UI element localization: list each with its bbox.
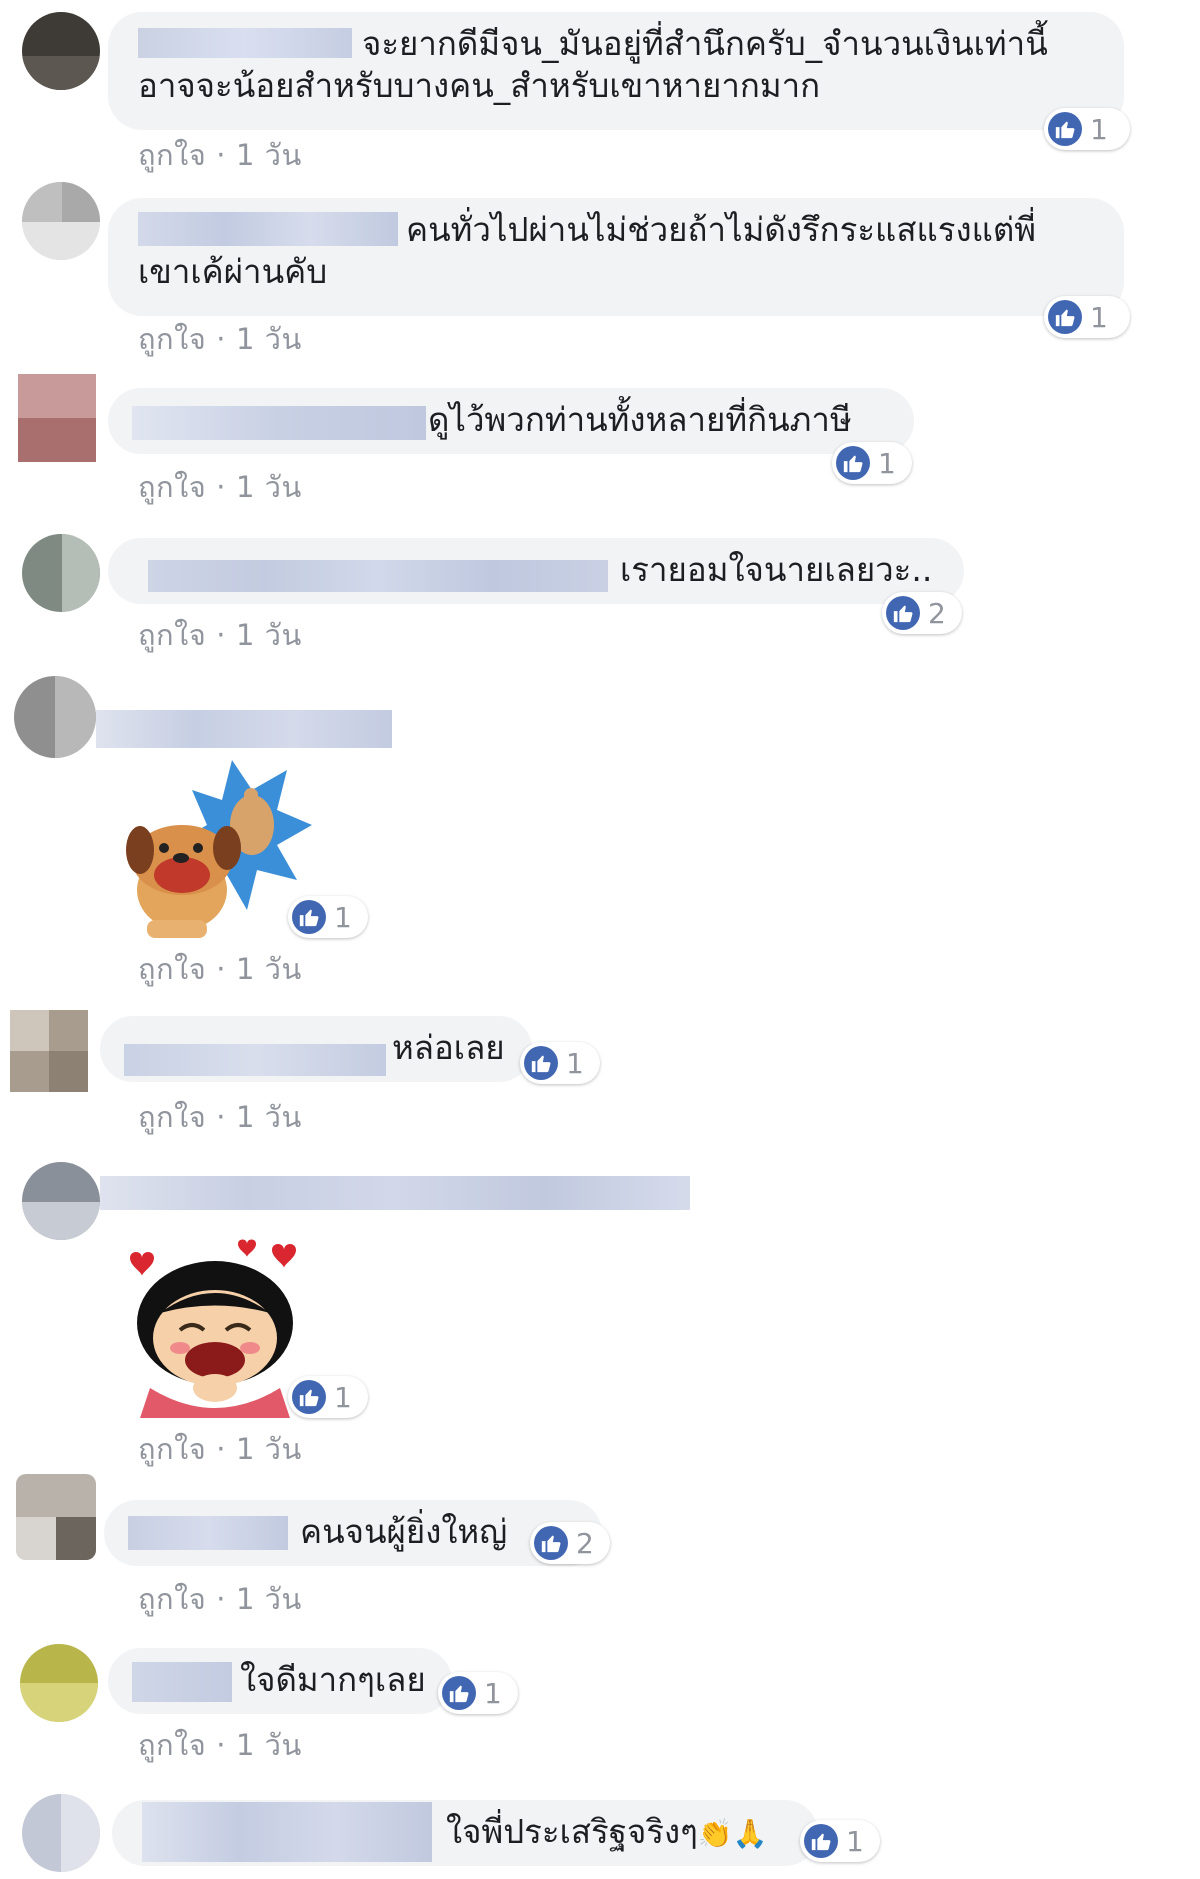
timestamp[interactable]: 1 วัน	[236, 612, 302, 658]
avatar[interactable]	[22, 1794, 100, 1872]
avatar[interactable]	[18, 374, 96, 462]
reaction-summary[interactable]: 1	[800, 1820, 880, 1862]
comment-bubble: คนทั่วไปผ่านไม่ช่วยถ้าไม่ดังรึกระแสแรงแต…	[108, 198, 1124, 316]
like-icon	[1048, 300, 1082, 334]
like-link[interactable]: ถูกใจ	[138, 316, 206, 362]
like-link[interactable]: ถูกใจ	[138, 1426, 206, 1472]
comment-text-line-1: จะยากดีมีจน_มันอยู่ที่สำนึกครับ_จำนวนเงิ…	[362, 24, 1048, 63]
comment-text: ดูไว้พวกท่านทั้งหลายที่กินภาษี	[428, 400, 852, 439]
comment-text-line-2: อาจจะน้อยสำหรับบางคน_สำหรับเขาหายากมาก	[138, 66, 821, 105]
reaction-summary[interactable]: 2	[530, 1522, 610, 1564]
blurred-author-name[interactable]	[96, 710, 392, 748]
reaction-count: 1	[484, 1676, 502, 1710]
comment-bubble: ใจดีมากๆเลย	[108, 1648, 452, 1714]
separator-dot: ·	[216, 1728, 226, 1762]
like-link[interactable]: ถูกใจ	[138, 1576, 206, 1622]
timestamp[interactable]: 1 วัน	[236, 946, 302, 992]
separator-dot: ·	[216, 1582, 226, 1616]
like-link[interactable]: ถูกใจ	[138, 1094, 206, 1140]
reaction-count: 1	[566, 1046, 584, 1080]
emoji-clap-pray: 👏🙏	[697, 1817, 768, 1850]
blurred-author-name[interactable]	[142, 1802, 432, 1862]
timestamp[interactable]: 1 วัน	[236, 1426, 302, 1472]
like-icon	[292, 900, 326, 934]
like-icon	[524, 1046, 558, 1080]
reaction-summary[interactable]: 1	[1044, 108, 1130, 150]
comment-text-line-2: เขาเค้ผ่านคับ	[138, 252, 328, 291]
separator-dot: ·	[216, 322, 226, 356]
blurred-author-name[interactable]	[100, 1176, 690, 1210]
timestamp[interactable]: 1 วัน	[236, 1722, 302, 1768]
like-icon	[836, 446, 870, 480]
comment-text: ใจพี่ประเสริฐจริงๆ👏🙏	[446, 1812, 768, 1854]
avatar[interactable]	[16, 1474, 96, 1560]
blurred-author-name[interactable]	[138, 212, 398, 246]
reaction-count: 1	[846, 1824, 864, 1858]
avatar[interactable]	[22, 1162, 100, 1240]
comment-text-body: ใจพี่ประเสริฐจริงๆ	[446, 1812, 698, 1851]
like-icon	[886, 596, 920, 630]
like-link[interactable]: ถูกใจ	[138, 132, 206, 178]
blurred-author-name[interactable]	[148, 560, 608, 592]
comment-text-line-1: คนทั่วไปผ่านไม่ช่วยถ้าไม่ดังรึกระแสแรงแต…	[406, 210, 1037, 249]
avatar[interactable]	[20, 1644, 98, 1722]
reaction-count: 1	[1090, 300, 1108, 334]
avatar[interactable]	[22, 534, 100, 612]
avatar[interactable]	[22, 12, 100, 90]
reaction-summary[interactable]: 1	[832, 442, 912, 484]
timestamp[interactable]: 1 วัน	[236, 132, 302, 178]
blurred-author-name[interactable]	[132, 1662, 232, 1702]
like-link[interactable]: ถูกใจ	[138, 612, 206, 658]
like-icon	[292, 1380, 326, 1414]
blurred-author-name[interactable]	[128, 1516, 288, 1550]
reaction-count: 1	[334, 900, 352, 934]
reaction-count: 1	[878, 446, 896, 480]
comment-bubble: ใจพี่ประเสริฐจริงๆ👏🙏	[112, 1800, 818, 1866]
comment-text: คนจนผู้ยิ่งใหญ่	[300, 1512, 508, 1551]
timestamp[interactable]: 1 วัน	[236, 464, 302, 510]
avatar[interactable]	[14, 676, 96, 758]
avatar[interactable]	[10, 1010, 88, 1092]
separator-dot: ·	[216, 952, 226, 986]
reaction-summary[interactable]: 1	[288, 896, 368, 938]
separator-dot: ·	[216, 138, 226, 172]
separator-dot: ·	[216, 470, 226, 504]
reaction-count: 1	[334, 1380, 352, 1414]
reaction-summary[interactable]: 1	[288, 1376, 368, 1418]
avatar[interactable]	[22, 182, 100, 260]
comment-bubble: คนจนผู้ยิ่งใหญ่	[104, 1500, 602, 1566]
separator-dot: ·	[216, 618, 226, 652]
separator-dot: ·	[216, 1432, 226, 1466]
reaction-count: 1	[1090, 112, 1108, 146]
timestamp[interactable]: 1 วัน	[236, 1094, 302, 1140]
comment-text: เรายอมใจนายเลยวะ..	[620, 550, 933, 589]
comment-bubble: จะยากดีมีจน_มันอยู่ที่สำนึกครับ_จำนวนเงิ…	[108, 12, 1124, 130]
like-icon	[534, 1526, 568, 1560]
blurred-author-name[interactable]	[138, 28, 352, 58]
reaction-count: 2	[576, 1526, 594, 1560]
like-icon	[1048, 112, 1082, 146]
like-icon	[442, 1676, 476, 1710]
timestamp[interactable]: 1 วัน	[236, 316, 302, 362]
comment-text: ใจดีมากๆเลย	[240, 1660, 426, 1699]
reaction-summary[interactable]: 2	[882, 592, 962, 634]
like-icon	[804, 1824, 838, 1858]
reaction-count: 2	[928, 596, 946, 630]
separator-dot: ·	[216, 1100, 226, 1134]
comment-text: หล่อเลย	[392, 1028, 505, 1067]
blurred-author-name[interactable]	[132, 406, 426, 440]
reaction-summary[interactable]: 1	[438, 1672, 518, 1714]
comment-bubble: เรายอมใจนายเลยวะ..	[108, 538, 964, 604]
comment-bubble: ดูไว้พวกท่านทั้งหลายที่กินภาษี	[108, 388, 914, 454]
timestamp[interactable]: 1 วัน	[236, 1576, 302, 1622]
like-link[interactable]: ถูกใจ	[138, 946, 206, 992]
laughing-girl-hearts-sticker	[120, 1238, 310, 1418]
comment-bubble: หล่อเลย	[100, 1016, 532, 1082]
blurred-author-name[interactable]	[124, 1044, 386, 1076]
dog-thumbs-up-sticker	[112, 750, 312, 940]
like-link[interactable]: ถูกใจ	[138, 464, 206, 510]
reaction-summary[interactable]: 1	[520, 1042, 600, 1084]
reaction-summary[interactable]: 1	[1044, 296, 1130, 338]
like-link[interactable]: ถูกใจ	[138, 1722, 206, 1768]
